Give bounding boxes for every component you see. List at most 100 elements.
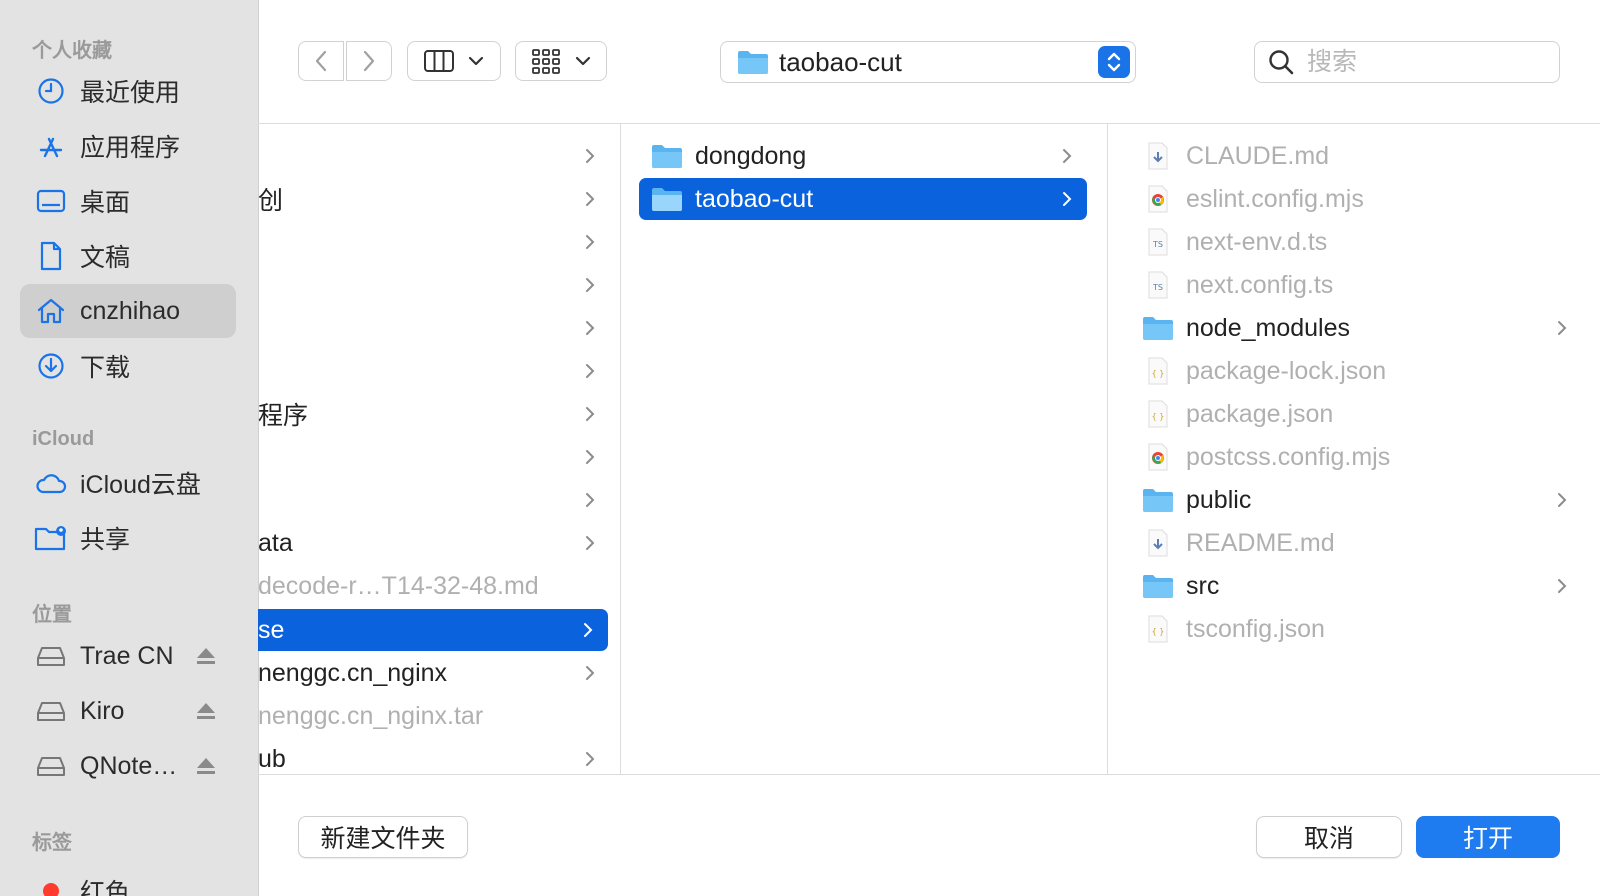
list-item[interactable]: decode-r…T14-32-48.md	[258, 565, 610, 607]
list-item[interactable]: CLAUDE.md	[1142, 135, 1582, 177]
item-name: ub	[258, 744, 286, 773]
browser-column-2[interactable]: dongdong taobao-cut	[621, 124, 1108, 774]
red-tag-icon	[34, 874, 68, 896]
item-name: se	[258, 615, 285, 644]
json-file-icon: { }	[1142, 613, 1174, 645]
item-name: tsconfig.json	[1186, 614, 1325, 643]
item-name: node_modules	[1186, 313, 1351, 342]
list-item[interactable]: README.md	[1142, 522, 1582, 564]
item-name: postcss.config.mjs	[1186, 442, 1391, 471]
list-item[interactable]: node_modules	[1142, 307, 1582, 349]
location-popup[interactable]: taobao-cut	[720, 41, 1136, 83]
list-item[interactable]: { } package-lock.json	[1142, 350, 1582, 392]
chevron-right-icon	[584, 623, 593, 637]
chevron-right-icon	[586, 149, 595, 163]
sidebar-item-shared[interactable]: 共享	[20, 511, 236, 565]
browser-column-1[interactable]: 创 程序 ata decode-r…T14-32-48.md se nenggc…	[258, 124, 621, 774]
list-item[interactable]: dongdong	[639, 135, 1087, 177]
list-item[interactable]	[258, 479, 610, 521]
list-item[interactable]: nenggc.cn_nginx.tar	[258, 695, 610, 737]
locations-header: 位置	[32, 604, 72, 626]
item-name: README.md	[1186, 528, 1335, 557]
footer-divider	[258, 774, 1600, 775]
chevron-right-icon	[586, 666, 595, 680]
sidebar-item-icloud-drive[interactable]: iCloud云盘	[20, 456, 236, 510]
sidebar: 个人收藏 最近使用 应用程序 桌面 文稿 cnzhihao 下载 iCloud …	[0, 0, 259, 896]
chevron-right-icon	[1063, 149, 1072, 163]
item-name: eslint.config.mjs	[1186, 184, 1364, 213]
chevron-right-icon	[586, 364, 595, 378]
list-item[interactable]: src	[1142, 565, 1582, 607]
group-by-button[interactable]	[515, 41, 607, 81]
sidebar-item-qnote[interactable]: QNote…	[20, 739, 236, 793]
home-icon	[34, 294, 68, 328]
markdown-file-icon	[1142, 140, 1174, 172]
new-folder-button[interactable]: 新建文件夹	[298, 816, 468, 858]
list-item[interactable]: TS next.config.ts	[1142, 264, 1582, 306]
sidebar-item-home[interactable]: cnzhihao	[20, 284, 236, 338]
list-item[interactable]: 程序	[258, 393, 610, 435]
list-item[interactable]: nenggc.cn_nginx	[258, 652, 610, 694]
svg-text:{ }: { }	[1152, 369, 1165, 378]
view-mode-button[interactable]	[407, 41, 501, 81]
list-item[interactable]	[258, 436, 610, 478]
list-item[interactable]: ata	[258, 522, 610, 564]
list-item-selected[interactable]: taobao-cut	[639, 178, 1087, 220]
list-item[interactable]	[258, 307, 610, 349]
sidebar-item-downloads[interactable]: 下载	[20, 339, 236, 393]
item-name: next.config.ts	[1186, 270, 1334, 299]
eject-icon[interactable]	[194, 699, 218, 723]
sidebar-item-label: Trae CN	[80, 641, 174, 670]
search-field[interactable]	[1254, 41, 1560, 83]
item-name: public	[1186, 485, 1252, 514]
json-file-icon: { }	[1142, 398, 1174, 430]
chevron-down-icon	[468, 56, 484, 66]
sidebar-item-documents[interactable]: 文稿	[20, 229, 236, 283]
list-item[interactable]: { } package.json	[1142, 393, 1582, 435]
sidebar-item-kiro[interactable]: Kiro	[20, 684, 236, 738]
list-item[interactable]: 创	[258, 178, 610, 220]
list-item[interactable]: eslint.config.mjs	[1142, 178, 1582, 220]
eject-icon[interactable]	[194, 644, 218, 668]
item-name: 创	[258, 187, 284, 215]
sidebar-item-tag-red[interactable]: 红色	[20, 864, 236, 896]
list-item[interactable]: postcss.config.mjs	[1142, 436, 1582, 478]
eject-icon[interactable]	[194, 754, 218, 778]
list-item[interactable]: TS next-env.d.ts	[1142, 221, 1582, 263]
svg-text:{ }: { }	[1152, 412, 1165, 421]
open-file-dialog: 个人收藏 最近使用 应用程序 桌面 文稿 cnzhihao 下载 iCloud …	[0, 0, 1600, 896]
sidebar-item-desktop[interactable]: 桌面	[20, 174, 236, 228]
drive-icon	[34, 694, 68, 728]
sidebar-item-applications[interactable]: 应用程序	[20, 119, 236, 173]
list-item[interactable]: public	[1142, 479, 1582, 521]
folder-icon	[651, 183, 683, 215]
list-item[interactable]	[258, 264, 610, 306]
open-button[interactable]: 打开	[1416, 816, 1560, 858]
item-name: nenggc.cn_nginx	[258, 658, 448, 687]
search-input[interactable]	[1305, 46, 1549, 78]
sidebar-item-recents[interactable]: 最近使用	[20, 64, 236, 118]
sidebar-item-label: QNote…	[80, 751, 178, 780]
back-button[interactable]	[298, 41, 344, 81]
folder-icon	[1142, 570, 1174, 602]
chevron-right-icon	[1558, 579, 1567, 593]
icloud-header: iCloud	[32, 428, 95, 450]
typescript-file-icon: TS	[1142, 269, 1174, 301]
sidebar-item-label: 最近使用	[80, 79, 181, 107]
cloud-icon	[34, 466, 68, 500]
list-item[interactable]: { } tsconfig.json	[1142, 608, 1582, 650]
list-item[interactable]	[258, 135, 610, 177]
cancel-button[interactable]: 取消	[1256, 816, 1402, 858]
svg-text:{ }: { }	[1152, 627, 1165, 636]
item-name: next-env.d.ts	[1186, 227, 1328, 256]
list-item[interactable]	[258, 350, 610, 392]
popup-stepper-icon	[1098, 46, 1130, 78]
item-name: decode-r…T14-32-48.md	[258, 571, 539, 600]
forward-button[interactable]	[346, 41, 392, 81]
applications-icon	[34, 129, 68, 163]
sidebar-item-trae-cn[interactable]: Trae CN	[20, 629, 236, 683]
list-item[interactable]: ub	[258, 738, 610, 774]
browser-column-3[interactable]: CLAUDE.md eslint.config.mjs TS next-env.…	[1108, 124, 1600, 774]
list-item-selected[interactable]: se	[258, 609, 608, 651]
list-item[interactable]	[258, 221, 610, 263]
